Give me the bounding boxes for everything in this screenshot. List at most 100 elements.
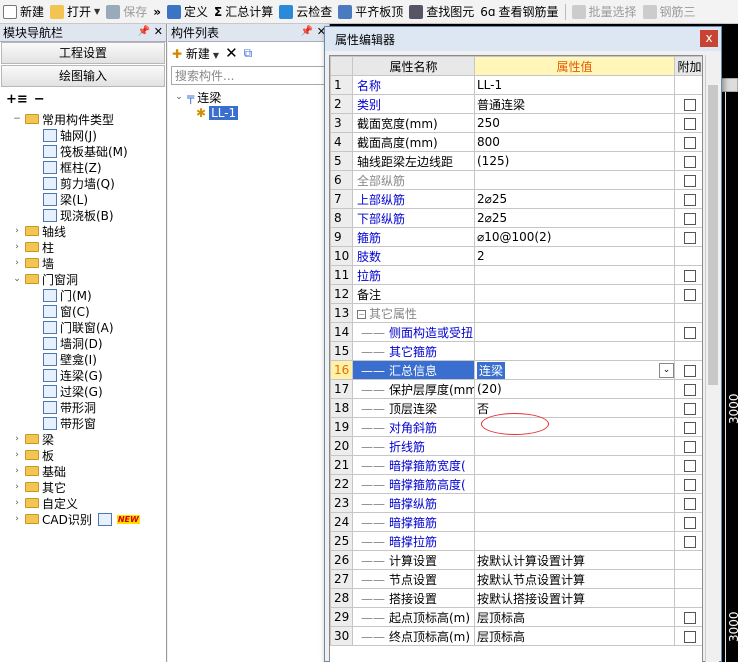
nav-tree-item[interactable]: 门(M) [0, 287, 166, 303]
nav-tree-item[interactable]: › 基础 [0, 463, 166, 479]
save-button[interactable]: 保存 [103, 1, 150, 23]
nav-tree-item[interactable]: 梁(L) [0, 191, 166, 207]
nav-tree-item[interactable]: › 墙 [0, 255, 166, 271]
attach-checkbox[interactable] [683, 174, 696, 187]
attach-checkbox[interactable] [683, 611, 696, 624]
list-item-ll1[interactable]: ✱ LL-1 [168, 105, 329, 121]
new-button[interactable]: 新建 [0, 1, 47, 23]
attach-checkbox[interactable] [683, 535, 696, 548]
nav-tree-item[interactable]: › 板 [0, 447, 166, 463]
property-row[interactable]: 29 —— 起点顶标高(m) 层顶标高 [330, 607, 702, 627]
attach-checkbox[interactable] [683, 497, 696, 510]
attach-checkbox[interactable] [683, 288, 696, 301]
attach-checkbox[interactable] [683, 212, 696, 225]
overflow-chevron-icon[interactable]: » [150, 1, 164, 23]
property-value-cell[interactable] [474, 512, 675, 532]
attach-checkbox[interactable] [683, 459, 696, 472]
property-row[interactable]: 9 箍筋 ⌀10@100(2) [330, 227, 702, 247]
property-value-cell[interactable]: 普通连梁 [474, 94, 675, 114]
property-value-cell[interactable]: LL-1 [474, 75, 675, 95]
attach-checkbox[interactable] [683, 364, 696, 377]
nav-tree-item[interactable]: 过梁(G) [0, 383, 166, 399]
property-row[interactable]: 21 —— 暗撑箍筋宽度( [330, 455, 702, 475]
define-button[interactable]: 定义 [164, 1, 211, 23]
attach-checkbox[interactable] [683, 383, 696, 396]
nav-tree-item[interactable]: › 自定义 [0, 495, 166, 511]
property-row[interactable]: 4 截面高度(mm) 800 [330, 132, 702, 152]
property-value-cell[interactable] [474, 322, 675, 342]
view-rebar-button[interactable]: 6ɑ 查看钢筋量 [477, 1, 561, 23]
property-value-cell[interactable]: 2 [474, 246, 675, 266]
pin-icon[interactable]: 📌 [138, 26, 150, 37]
property-row[interactable]: 28 —— 搭接设置 按默认搭接设置计算 [330, 588, 702, 608]
delete-icon[interactable]: ✕ [225, 44, 238, 62]
property-value-cell[interactable]: 2⌀25 [474, 189, 675, 209]
property-value-cell[interactable] [474, 170, 675, 190]
expand-toggle-icon[interactable]: › [12, 482, 22, 492]
property-value-cell[interactable]: (20) [474, 379, 675, 399]
expand-toggle-icon[interactable]: − [12, 114, 22, 124]
search-component-input[interactable]: 搜索构件... [171, 66, 325, 85]
attach-checkbox[interactable] [683, 155, 696, 168]
property-row[interactable]: 2 类别 普通连梁 [330, 94, 702, 114]
cloud-check-button[interactable]: 云检查 [276, 1, 335, 23]
property-row[interactable]: 20 —— 折线筋 [330, 436, 702, 456]
chevron-down-icon[interactable]: ⌄ [659, 362, 674, 378]
nav-tree-item[interactable]: 筏板基础(M) [0, 143, 166, 159]
nav-tree-item[interactable]: ⌄ 门窗洞 [0, 271, 166, 287]
property-row[interactable]: 27 —— 节点设置 按默认节点设置计算 [330, 569, 702, 589]
property-value-cell[interactable] [474, 455, 675, 475]
copy-icon[interactable]: ⧉ [244, 46, 253, 61]
nav-tree-item[interactable]: › CAD识别 NEW [0, 511, 166, 527]
attach-checkbox[interactable] [683, 421, 696, 434]
nav-tree-item[interactable]: › 柱 [0, 239, 166, 255]
property-value-cell[interactable]: ⌀10@100(2) [474, 227, 675, 247]
property-value-cell[interactable]: 250 [474, 113, 675, 133]
nav-tree-item[interactable]: › 其它 [0, 479, 166, 495]
engineering-settings-button[interactable]: 工程设置 [1, 42, 165, 64]
property-row[interactable]: 10 肢数 2 [330, 246, 702, 266]
nav-tree-item[interactable]: 框柱(Z) [0, 159, 166, 175]
nav-tree-item[interactable]: 窗(C) [0, 303, 166, 319]
expand-toggle-icon[interactable]: › [12, 258, 22, 268]
property-row[interactable]: 8 下部纵筋 2⌀25 [330, 208, 702, 228]
nav-tree-item[interactable]: − 常用构件类型 [0, 111, 166, 127]
nav-tree-item[interactable]: 门联窗(A) [0, 319, 166, 335]
nav-tree-item[interactable]: › 梁 [0, 431, 166, 447]
attach-checkbox[interactable] [683, 269, 696, 282]
property-value-cell[interactable] [474, 436, 675, 456]
attach-checkbox[interactable] [683, 478, 696, 491]
close-icon[interactable]: x [700, 30, 718, 47]
expand-toggle-icon[interactable]: › [12, 450, 22, 460]
rebar-3d-button[interactable]: 钢筋三 [640, 1, 699, 23]
property-value-cell[interactable]: 层顶标高 [474, 626, 675, 646]
attach-checkbox[interactable] [683, 440, 696, 453]
open-button[interactable]: 打开 ▼ [47, 1, 103, 23]
property-row[interactable]: 22 —— 暗撑箍筋高度( [330, 474, 702, 494]
property-value-cell[interactable]: 层顶标高 [474, 607, 675, 627]
attach-checkbox[interactable] [683, 193, 696, 206]
property-row[interactable]: 15 —— 其它箍筋 [330, 341, 702, 361]
property-row[interactable]: 24 —— 暗撑箍筋 [330, 512, 702, 532]
property-value-cell[interactable]: 按默认搭接设置计算 [474, 588, 675, 608]
expand-toggle-icon[interactable]: › [12, 514, 22, 524]
property-row[interactable]: 7 上部纵筋 2⌀25 [330, 189, 702, 209]
nav-tree-item[interactable]: 连梁(G) [0, 367, 166, 383]
property-row[interactable]: 26 —— 计算设置 按默认计算设置计算 [330, 550, 702, 570]
property-row[interactable]: 3 截面宽度(mm) 250 [330, 113, 702, 133]
nav-tree-item[interactable]: 轴网(J) [0, 127, 166, 143]
property-row[interactable]: 6 全部纵筋 [330, 170, 702, 190]
property-value-cell[interactable] [474, 265, 675, 285]
expand-toggle-icon[interactable]: ⌄ [174, 92, 184, 102]
property-value-cell[interactable]: 800 [474, 132, 675, 152]
property-row[interactable]: 5 轴线距梁左边线距 (125) [330, 151, 702, 171]
attach-checkbox[interactable] [683, 136, 696, 149]
batch-select-button[interactable]: 批量选择 [569, 1, 640, 23]
property-value-cell[interactable]: (125) [474, 151, 675, 171]
property-value-cell[interactable]: 按默认节点设置计算 [474, 569, 675, 589]
property-value-cell[interactable]: 按默认计算设置计算 [474, 550, 675, 570]
close-icon[interactable]: ✕ [154, 25, 163, 38]
list-root-item[interactable]: ⌄ ╤ 连梁 [168, 89, 329, 105]
expand-toggle-icon[interactable]: › [12, 466, 22, 476]
attach-checkbox[interactable] [683, 402, 696, 415]
